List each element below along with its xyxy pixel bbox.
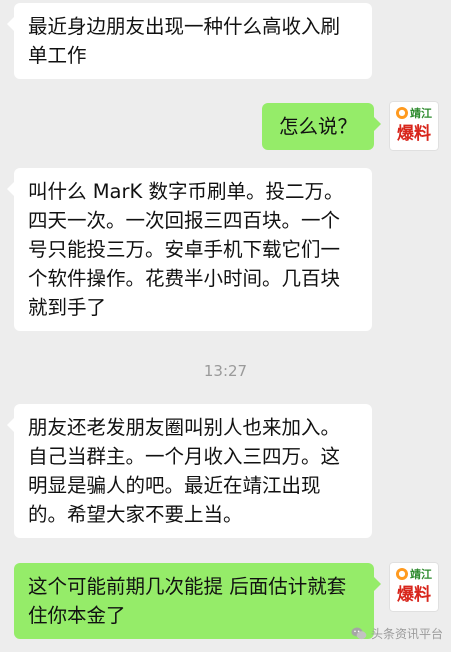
message-bubble-1[interactable]: 最近身边朋友出现一种什么高收入刷单工作 <box>7 3 372 79</box>
chat-timestamp: 13:27 <box>203 362 248 380</box>
wechat-icon <box>351 627 367 640</box>
message-text: 朋友还老发朋友圈叫别人也来加入。自己当群主。一个月收入三四万。这明显是骗人的吧。… <box>28 416 341 526</box>
watermark: 头条资讯平台 <box>351 625 443 642</box>
avatar-logo-top: ● 靖江 <box>393 565 435 583</box>
avatar-logo-bottom: 爆料 <box>397 585 431 605</box>
watermark-text: 头条资讯平台 <box>370 627 443 641</box>
sender-avatar[interactable]: ● 靖江 爆料 <box>389 101 439 151</box>
message-text: 叫什么 MarK 数字币刷单。投二万。四天一次。一次回报三四百块。一个号只能投三… <box>28 180 344 319</box>
message-bubble-3[interactable]: 叫什么 MarK 数字币刷单。投二万。四天一次。一次回报三四百块。一个号只能投三… <box>7 168 372 331</box>
logo-mark-icon: ● <box>396 107 408 119</box>
message-text: 最近身边朋友出现一种什么高收入刷单工作 <box>28 15 341 67</box>
message-bubble-5[interactable]: 这个可能前期几次能提 后面估计就套住你本金了 <box>14 563 381 639</box>
logo-mark-icon: ● <box>396 568 408 580</box>
message-text: 这个可能前期几次能提 后面估计就套住你本金了 <box>28 575 347 627</box>
avatar-logo-bottom: 爆料 <box>397 124 431 144</box>
avatar-logo-top: ● 靖江 <box>393 104 435 122</box>
message-text: 怎么说？ <box>278 115 357 138</box>
sender-avatar[interactable]: ● 靖江 爆料 <box>389 562 439 612</box>
message-bubble-2[interactable]: 怎么说？ <box>262 103 381 150</box>
message-bubble-4[interactable]: 朋友还老发朋友圈叫别人也来加入。自己当群主。一个月收入三四万。这明显是骗人的吧。… <box>7 404 372 538</box>
